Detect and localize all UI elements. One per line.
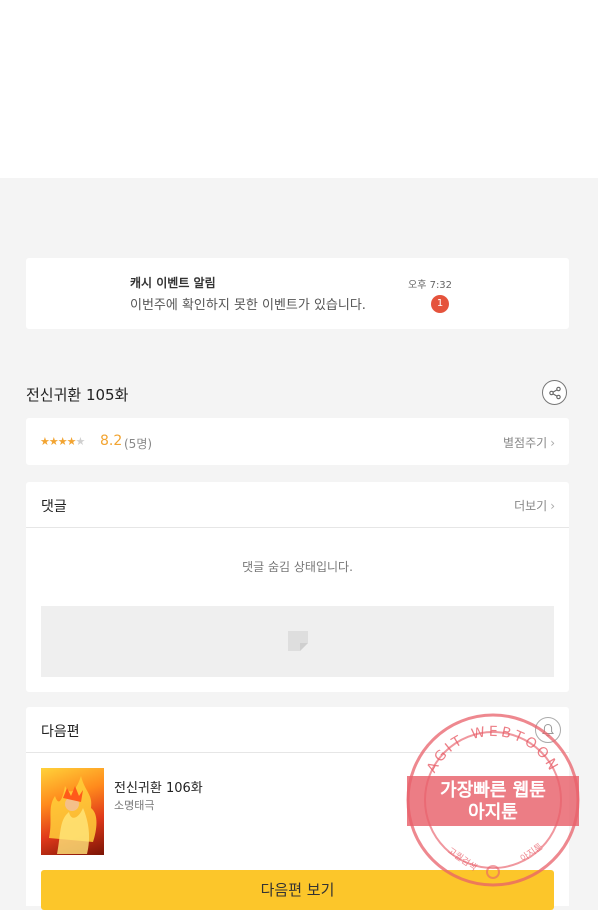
comments-title: 댓글 xyxy=(41,499,67,515)
notification-message: 이번주에 확인하지 못한 이벤트가 있습니다. xyxy=(130,298,366,313)
comments-hidden-message: 댓글 숨김 상태입니다. xyxy=(242,560,353,574)
share-icon xyxy=(549,386,561,400)
star-filled-icon: ★ xyxy=(66,435,77,448)
next-episode-author: 소명태극 xyxy=(114,799,155,812)
chevron-right-icon: › xyxy=(550,499,555,513)
more-label: 더보기 xyxy=(514,499,548,513)
note-icon xyxy=(288,631,308,651)
notification-badge: 1 xyxy=(431,295,449,313)
ad-area xyxy=(0,0,598,178)
star-filled-icon: ★ xyxy=(48,435,59,448)
next-episode-section-title: 다음편 xyxy=(41,724,80,740)
share-button[interactable] xyxy=(542,380,567,405)
star-empty-icon: ★ xyxy=(75,435,86,448)
next-episode-button[interactable]: 다음편 보기 xyxy=(41,870,554,910)
notification-title: 캐시 이벤트 알림 xyxy=(130,276,216,290)
rating-voters: (5명) xyxy=(124,437,153,451)
comments-more-button[interactable]: 더보기 › xyxy=(514,497,555,514)
bell-icon xyxy=(542,723,554,737)
rating-score: 8.2 xyxy=(100,433,123,449)
next-episode-thumbnail[interactable] xyxy=(41,768,104,855)
notification-time: 오후 7:32 xyxy=(408,280,453,291)
comments-header: 댓글 더보기 › xyxy=(26,482,569,528)
star-rating: ★★★★★ xyxy=(40,435,86,448)
comments-card: 댓글 더보기 › 댓글 숨김 상태입니다. xyxy=(26,482,569,692)
rating-card: ★★★★★ 8.2 (5명) 별점주기 › xyxy=(26,418,569,465)
next-episode-header: 다음편 xyxy=(26,707,569,753)
notify-bell-button[interactable] xyxy=(535,717,561,743)
star-filled-icon: ★ xyxy=(57,435,68,448)
star-filled-icon: ★ xyxy=(40,435,50,448)
episode-title: 전신귀환 105화 xyxy=(26,386,129,404)
comment-input-box[interactable] xyxy=(41,606,554,677)
next-episode-card: 다음편 전신귀환 106화 소명태극 다음편 보기 xyxy=(26,707,569,910)
rate-button[interactable]: 별점주기 › xyxy=(503,434,555,451)
rate-label: 별점주기 xyxy=(503,436,548,450)
next-episode-title[interactable]: 전신귀환 106화 xyxy=(114,777,203,796)
chevron-right-icon: › xyxy=(550,436,555,450)
event-notification[interactable]: 캐시 이벤트 알림 이번주에 확인하지 못한 이벤트가 있습니다. 오후 7:3… xyxy=(26,258,569,329)
